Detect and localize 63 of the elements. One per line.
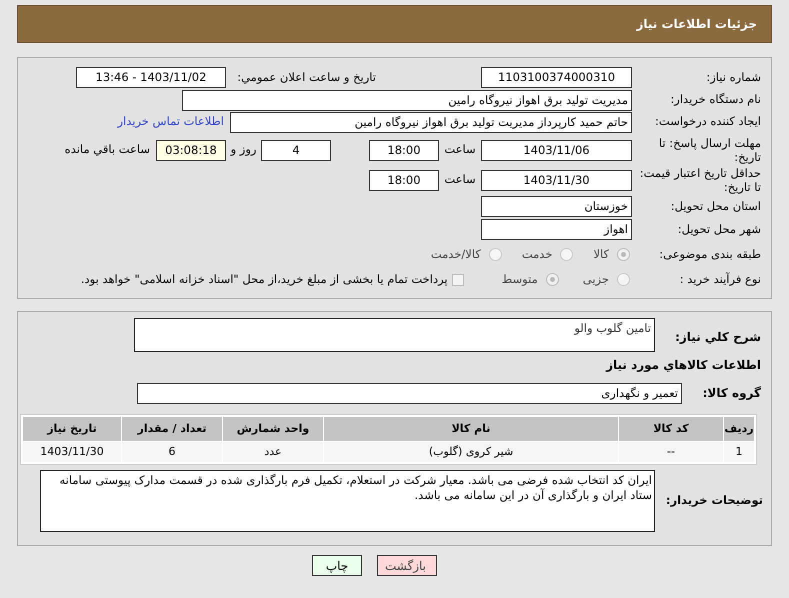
- checkbox[interactable]: [452, 274, 464, 286]
- field-label: گروه کالا:: [702, 385, 762, 402]
- radio-button[interactable]: [617, 248, 630, 261]
- field-label: شماره نیاز:: [705, 68, 761, 86]
- page-title: جزئیات اطلاعات نیاز: [636, 16, 757, 33]
- buyer-notes-textarea[interactable]: ایران کد انتخاب شده فرضی می باشد. معیار شرکت در استعلام، تکمیل فرم بارگذاری شده در قسمت مدارک پیوستی سامانه ستاد ایران و بارگذاری آن در این سامانه می باشد.: [40, 470, 655, 532]
- city-field[interactable]: اهواز: [481, 219, 632, 240]
- table-cell: عدد: [223, 442, 323, 462]
- radio-button[interactable]: [617, 273, 630, 286]
- field-label: استان محل تحویل:: [670, 198, 761, 215]
- back-button[interactable]: بازگشت: [377, 555, 437, 576]
- buyer-contact-link[interactable]: اطلاعات تماس خریدار: [117, 113, 224, 131]
- table-cell: 6: [122, 442, 222, 462]
- field-label: ساعت: [443, 171, 477, 188]
- description-textarea[interactable]: تامین گلوب والو: [134, 318, 655, 352]
- field-label: روز و: [229, 141, 258, 158]
- column-header: کد کالا: [619, 417, 723, 441]
- radio-button[interactable]: [488, 248, 502, 261]
- option-label: جزیی: [582, 270, 609, 288]
- need-number-field[interactable]: 1103100374000310: [481, 67, 632, 88]
- table-cell: 1403/11/30: [23, 442, 121, 462]
- column-header: نام کالا: [324, 417, 618, 441]
- print-button[interactable]: چاپ: [312, 555, 362, 576]
- remaining-time-field[interactable]: 03:08:18: [156, 140, 226, 160]
- field-label: حداقل تاریخ اعتبار قیمت: تا تاریخ:: [638, 166, 761, 194]
- column-header: ردیف: [724, 417, 754, 441]
- buyer-notes-text: ایران کد انتخاب شده فرضی می باشد. معیار شرکت در استعلام، تکمیل فرم بارگذاری شده در قسمت مدارک پیوستی سامانه ستاد ایران و بارگذاری آن در این سامانه می باشد.: [60, 473, 652, 502]
- date-field[interactable]: 1403/11/30: [481, 170, 632, 190]
- time-field[interactable]: 18:00: [369, 170, 439, 190]
- field-label: نوع فرآیند خرید :: [678, 270, 761, 288]
- field-label: شهر محل تحویل:: [676, 220, 761, 238]
- field-label: نام دستگاه خریدار:: [669, 91, 761, 108]
- requester-field[interactable]: حاتم حمید کارپرداز مدیریت تولید برق اهواز نیروگاه رامین: [230, 112, 632, 132]
- field-label: طبقه بندی موضوعی:: [658, 246, 761, 263]
- field-label: ایجاد کننده درخواست:: [654, 113, 761, 130]
- column-header: واحد شمارش: [223, 417, 323, 441]
- field-label: توضیحات خریدار:: [664, 492, 764, 510]
- field-label: شرح كلي نیاز:: [674, 329, 762, 346]
- field-label: تاریخ و ساعت اعلان عمومي:: [236, 68, 376, 86]
- days-field[interactable]: 4: [261, 140, 331, 160]
- province-field[interactable]: خوزستان: [481, 196, 632, 217]
- option-label: کالا: [593, 246, 609, 263]
- table-cell: --: [619, 442, 723, 462]
- option-label: متوسط: [502, 270, 538, 288]
- field-label: ساعت باقي مانده: [64, 141, 150, 158]
- buyer-name-field[interactable]: مدیریت تولید برق اهواز نیروگاه رامین: [182, 90, 632, 110]
- option-label: خدمت: [522, 246, 552, 263]
- option-label: کالا/خدمت: [430, 246, 481, 263]
- section-title: اطلاعات كالاهاي مورد نياز: [604, 357, 762, 374]
- field-label: ساعت: [443, 141, 477, 158]
- field-label: مهلت ارسال پاسخ: تا تاریخ:: [658, 136, 761, 164]
- column-header: تعداد / مقدار: [122, 417, 222, 441]
- table-cell: 1: [724, 442, 754, 462]
- radio-button[interactable]: [560, 248, 574, 261]
- table-cell: شیر کروی (گلوب): [324, 442, 618, 462]
- description-text: تامین گلوب والو: [574, 321, 651, 335]
- date-field[interactable]: 1403/11/06: [481, 140, 632, 160]
- field-label: پرداخت تمام یا بخشی از مبلغ خرید،از محل "اسناد خزانه اسلامی" خواهد بود.: [80, 270, 448, 288]
- column-header: تاریخ نیاز: [23, 417, 121, 441]
- radio-button[interactable]: [546, 273, 559, 286]
- goods-group-field[interactable]: تعمیر و نگهداری: [137, 382, 682, 404]
- time-field[interactable]: 18:00: [369, 140, 439, 160]
- announce-date-field[interactable]: 1403/11/02 - 13:46: [76, 67, 226, 88]
